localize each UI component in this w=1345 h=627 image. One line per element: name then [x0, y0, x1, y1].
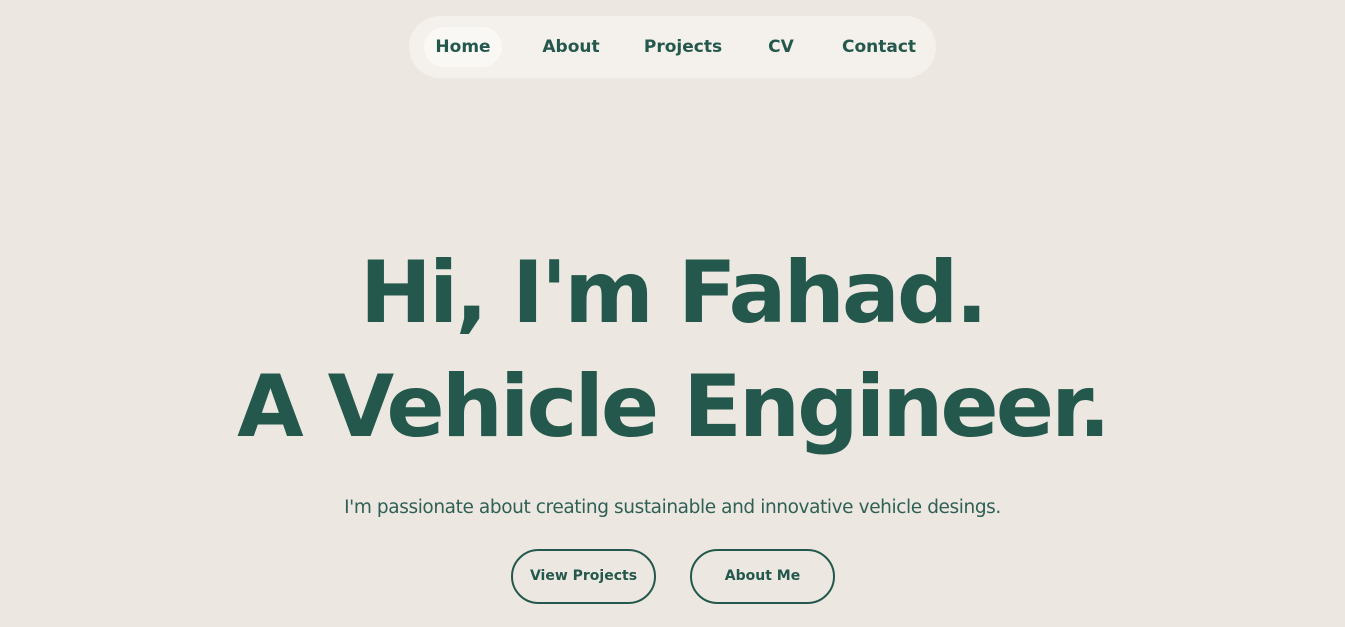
- hero-subtitle: I'm passionate about creating sustainabl…: [344, 496, 1001, 518]
- nav-item-home[interactable]: Home: [424, 27, 502, 67]
- hero-title: A Vehicle Engineer.: [237, 356, 1111, 457]
- nav-item-about[interactable]: About: [532, 27, 610, 67]
- nav-item-cv[interactable]: CV: [757, 27, 805, 67]
- hero-greeting: Hi, I'm Fahad.: [359, 242, 988, 343]
- nav-item-projects[interactable]: Projects: [638, 27, 728, 67]
- about-me-button[interactable]: About Me: [690, 549, 835, 604]
- top-navigation: Home About Projects CV Contact: [409, 16, 936, 78]
- view-projects-button[interactable]: View Projects: [511, 549, 656, 604]
- nav-item-contact[interactable]: Contact: [835, 27, 923, 67]
